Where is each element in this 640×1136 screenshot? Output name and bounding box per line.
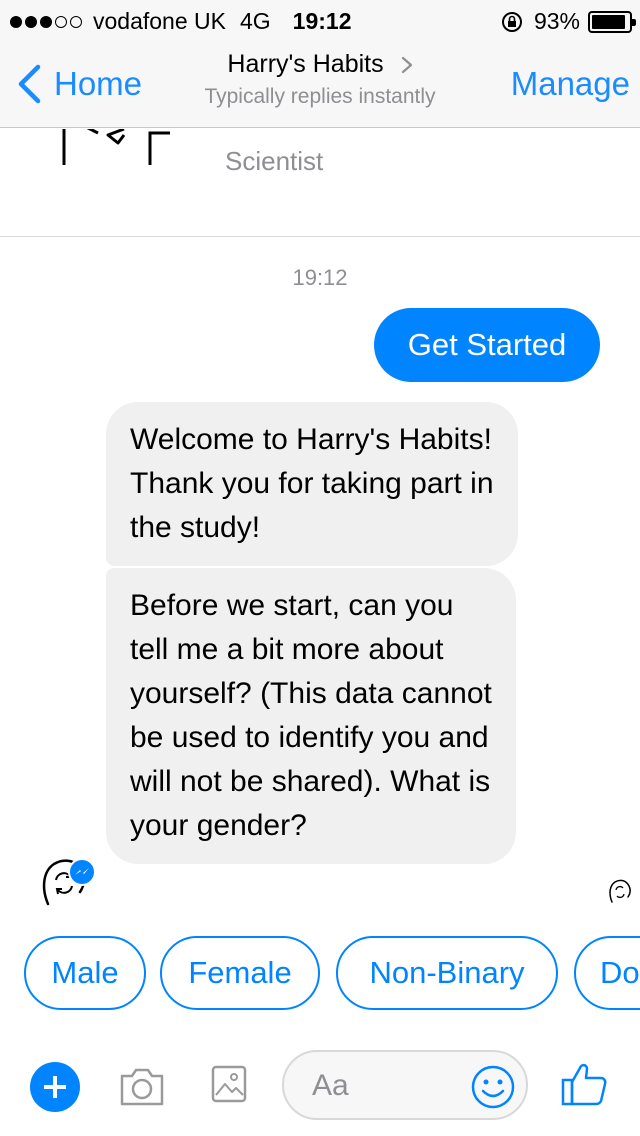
composer [0, 1040, 640, 1136]
conversation-title: Harry's Habits [227, 50, 384, 78]
network-type: 4G [239, 8, 271, 34]
messenger-badge-icon [68, 858, 96, 886]
bot-logo-icon [62, 129, 170, 165]
conversation-subtitle: Typically replies instantly [204, 85, 436, 108]
plus-icon[interactable] [30, 1062, 80, 1112]
message-timestamp: 19:12 [292, 265, 348, 290]
battery-icon [588, 10, 636, 33]
quick-reply-male[interactable]: Male [24, 936, 146, 1010]
battery-percent: 93% [533, 8, 580, 34]
chevron-left-icon [18, 64, 41, 104]
manage-button[interactable]: Manage [511, 65, 630, 103]
smiley-icon[interactable] [470, 1064, 516, 1110]
incoming-message[interactable]: Welcome to Harry's Habits! Thank you for… [106, 402, 518, 566]
status-time: 19:12 [292, 8, 352, 34]
message-input[interactable] [312, 1068, 462, 1104]
quick-reply-non-binary[interactable]: Non-Binary [336, 936, 558, 1010]
profile-role: Scientist [225, 146, 324, 176]
signal-dot [25, 15, 37, 28]
message-field [282, 1050, 528, 1120]
chevron-right-icon [401, 57, 412, 74]
messenger-bolt-icon [75, 868, 89, 875]
status-left: vodafone UK 4G 19:12 [10, 8, 352, 35]
nav-bar: Home Harry's Habits Typically replies in… [0, 40, 640, 128]
thumbs-up-icon[interactable] [560, 1060, 608, 1108]
seen-indicator-avatar [609, 879, 631, 903]
conversation-header[interactable]: Harry's Habits Typically replies instant… [160, 50, 480, 109]
signal-dot [70, 15, 82, 28]
back-button[interactable]: Home [16, 64, 142, 104]
profile-card: Scientist [0, 129, 640, 237]
signal-dot [10, 15, 22, 28]
signal-strength-icon [10, 15, 85, 28]
carrier-name: vodafone UK [93, 8, 226, 34]
camera-icon[interactable] [118, 1066, 166, 1108]
rotation-lock-icon [501, 11, 522, 32]
signal-dot [55, 15, 67, 28]
outgoing-message[interactable]: Get Started [374, 308, 600, 382]
signal-dot [40, 15, 52, 28]
battery-level [592, 14, 626, 29]
incoming-message[interactable]: Before we start, can you tell me a bit m… [106, 568, 516, 864]
quick-replies: Male Female Non-Binary Do [24, 936, 640, 1010]
status-bar: vodafone UK 4G 19:12 93% [0, 0, 640, 40]
status-right: 93% [500, 8, 636, 35]
quick-reply-truncated[interactable]: Do [574, 936, 640, 1010]
conversation-title-row: Harry's Habits [160, 50, 480, 79]
image-icon[interactable] [210, 1064, 248, 1104]
back-label: Home [54, 65, 143, 102]
quick-reply-female[interactable]: Female [160, 936, 320, 1010]
